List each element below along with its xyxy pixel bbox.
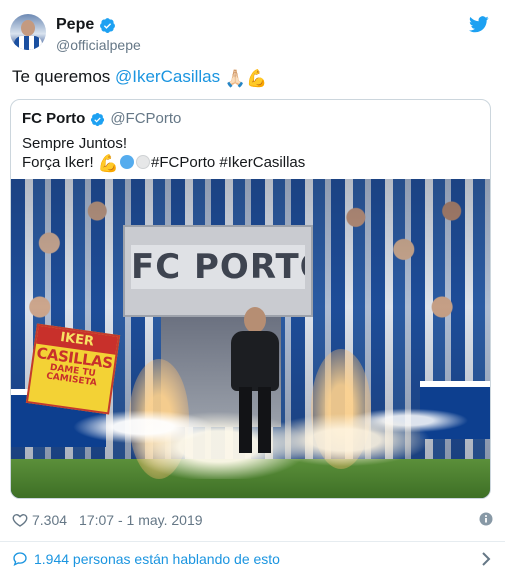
- tweet-stats: 7.304 17:07 - 1 may. 2019: [12, 510, 493, 530]
- quoted-tweet-text: Sempre Juntos! Força Iker! 💪 #FCPorto #Ik…: [22, 134, 305, 172]
- tweet-text: Te queremos @IkerCasillas 🙏🏻💪: [12, 66, 267, 88]
- quoted-photo[interactable]: FC PORTO IKER CASILLAS DAME TU CAMISETA: [11, 179, 490, 498]
- quoted-hashtags: #FCPorto #IkerCasillas: [151, 154, 306, 171]
- chevron-right-icon[interactable]: [481, 552, 491, 566]
- conversation-text[interactable]: 1.944 personas están hablando de esto: [34, 550, 280, 568]
- author-names: Pepe @officialpepe: [56, 15, 141, 54]
- photo-player: [225, 307, 285, 455]
- quoted-tweet[interactable]: FC Porto @FCPorto Sempre Juntos! Força I…: [10, 99, 491, 499]
- like-count[interactable]: 7.304: [32, 511, 67, 529]
- flexed-biceps-emoji: 💪: [97, 154, 120, 173]
- avatar-face: [21, 20, 35, 36]
- author-handle[interactable]: @officialpepe: [56, 36, 141, 54]
- quoted-verified-badge-icon: [91, 112, 105, 126]
- info-icon[interactable]: [479, 512, 493, 526]
- blue-circle-emoji: [120, 155, 135, 169]
- photo-player-legs: [239, 387, 271, 453]
- verified-badge-icon: [100, 17, 116, 33]
- heart-icon[interactable]: [12, 512, 28, 528]
- photo-player-body: [231, 331, 279, 391]
- quoted-author-name: FC Porto: [22, 110, 86, 127]
- praying-hands-emoji: 🙏🏻: [224, 69, 247, 88]
- tweet-card: Pepe @officialpepe Te queremos @IkerCasi…: [0, 0, 505, 573]
- avatar[interactable]: [10, 14, 46, 50]
- author-name[interactable]: Pepe: [56, 15, 94, 35]
- white-circle-emoji: [136, 155, 151, 169]
- photo-tunnel-sign: FC PORTO: [131, 245, 305, 289]
- author-name-row[interactable]: Pepe: [56, 15, 141, 35]
- avatar-shirt: [14, 36, 42, 50]
- photo-tunnel: FC PORTO: [123, 225, 313, 317]
- quoted-text-line-2: Força Iker! 💪 #FCPorto #IkerCasillas: [22, 153, 305, 172]
- quoted-text-line-2-prefix: Força Iker!: [22, 154, 98, 171]
- conversation-link[interactable]: 1.944 personas están hablando de esto: [12, 548, 493, 570]
- quoted-tweet-header: FC Porto @FCPorto: [22, 110, 181, 128]
- flexed-biceps-emoji: 💪: [246, 69, 268, 88]
- speech-bubble-icon: [13, 552, 27, 566]
- tweet-header: Pepe @officialpepe: [10, 12, 495, 56]
- mention-link[interactable]: @IkerCasillas: [115, 67, 220, 86]
- divider: [0, 541, 505, 542]
- twitter-bird-icon[interactable]: [469, 16, 489, 33]
- quoted-text-line-1: Sempre Juntos!: [22, 135, 128, 152]
- tweet-text-prefix: Te queremos: [12, 67, 115, 86]
- quoted-author-handle: @FCPorto: [110, 110, 182, 127]
- tweet-timestamp[interactable]: 17:07 - 1 may. 2019: [79, 511, 202, 529]
- photo-fan-banner: IKER CASILLAS DAME TU CAMISETA: [25, 323, 121, 415]
- photo-player-head: [244, 307, 266, 333]
